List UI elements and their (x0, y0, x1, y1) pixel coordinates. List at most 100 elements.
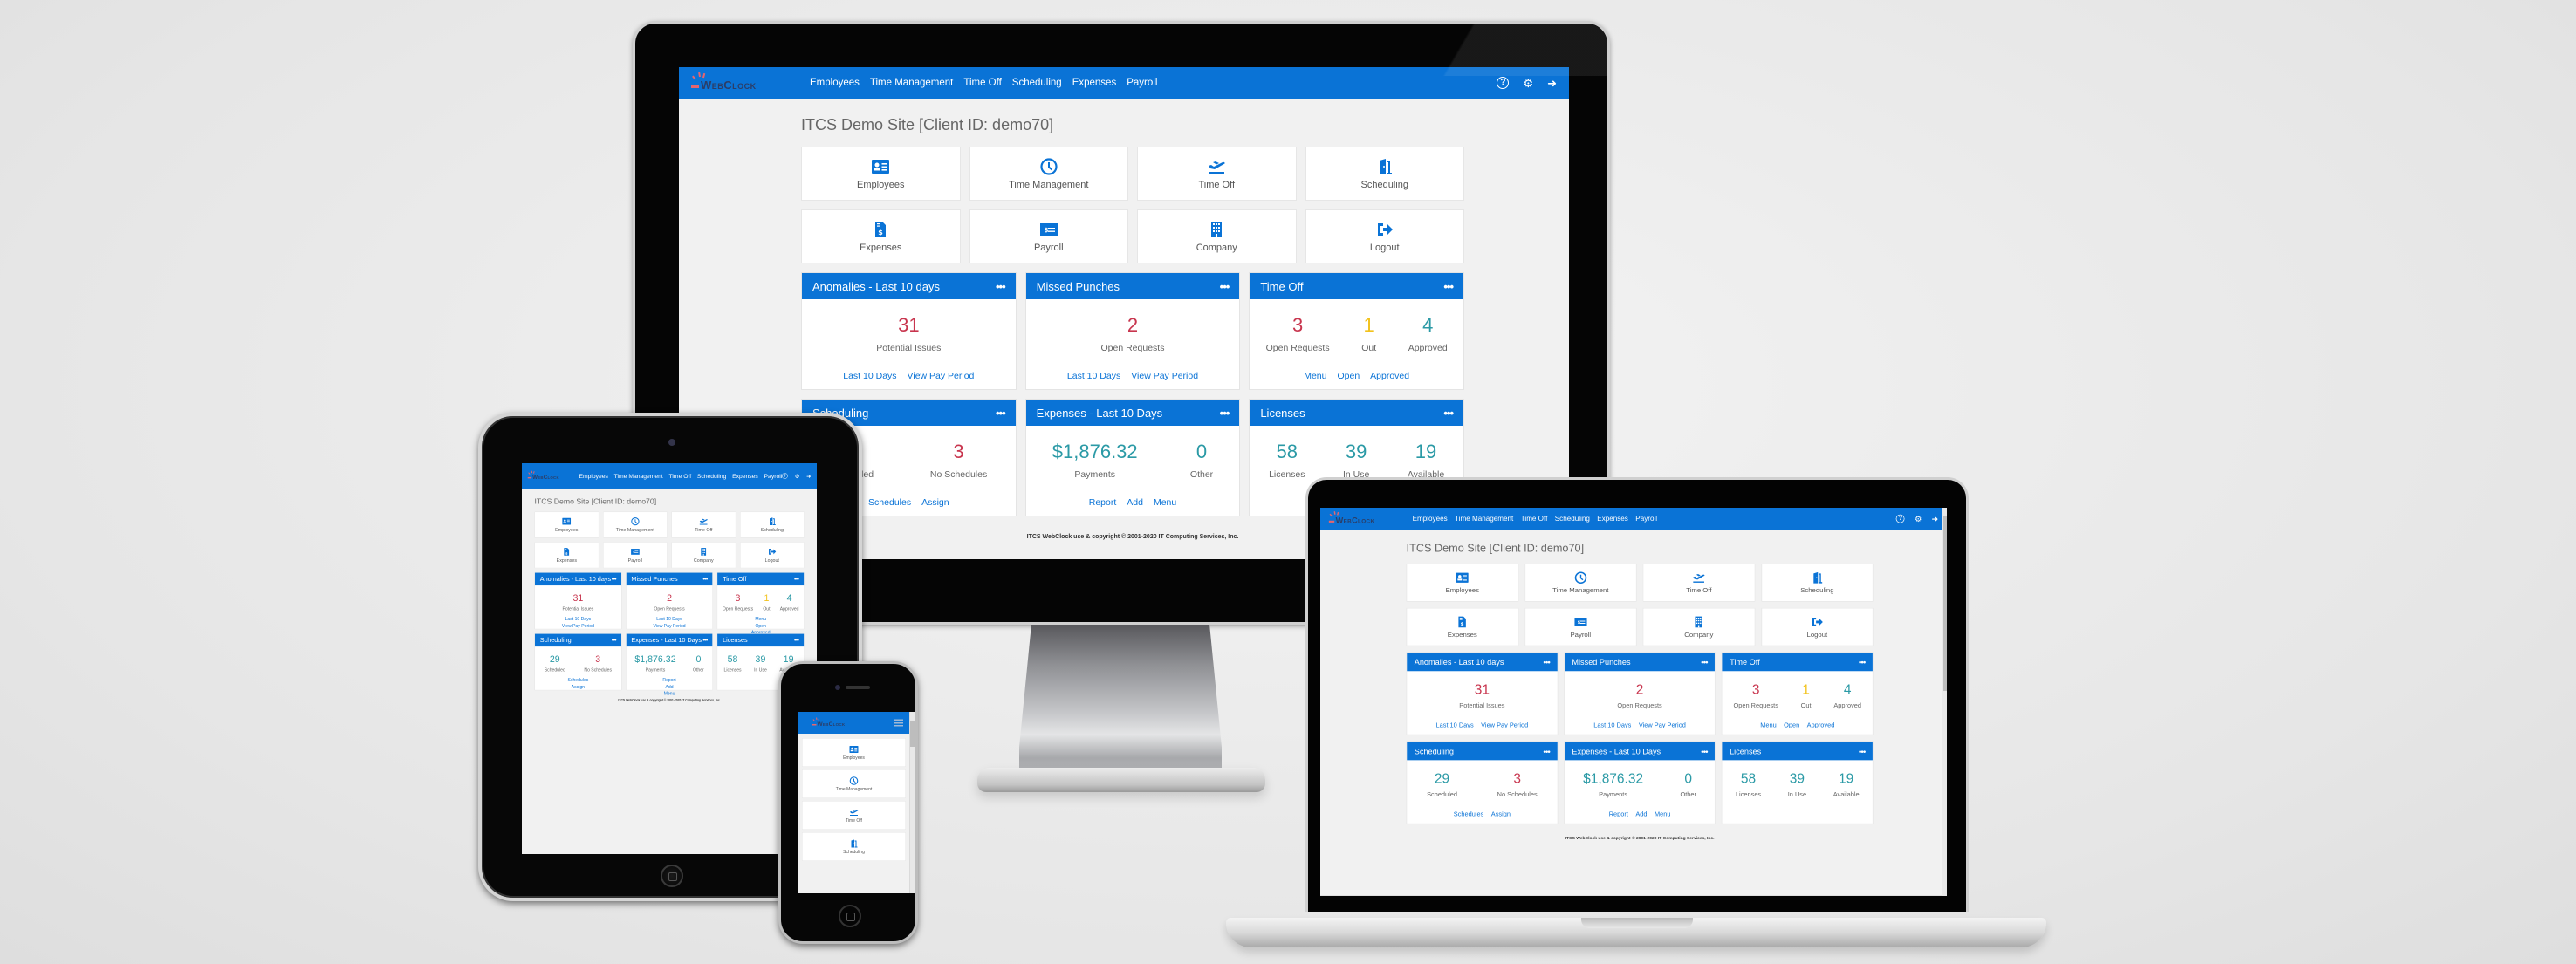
link-menu[interactable]: Menu (1154, 497, 1176, 508)
tile-payroll[interactable]: $ Payroll (969, 209, 1128, 263)
more-options-icon[interactable]: ••• (1544, 657, 1551, 667)
stat-in-use[interactable]: 39 In Use (1343, 441, 1369, 481)
stat-out[interactable]: 1 Out (763, 593, 770, 612)
tile-employees[interactable]: Employees (1406, 564, 1519, 602)
more-options-icon[interactable]: ••• (1859, 657, 1866, 667)
stat-other[interactable]: 0 Other (1190, 441, 1213, 481)
tile-company[interactable]: Company (671, 542, 736, 569)
tile-expenses[interactable]: $ Expenses (801, 209, 961, 263)
webclock-logo[interactable]: WebClock (691, 72, 778, 93)
more-options-icon[interactable]: ••• (1701, 657, 1708, 667)
link-menu[interactable]: Menu (1304, 371, 1326, 381)
stat-licenses[interactable]: 58 Licenses (1269, 441, 1305, 481)
tile-employees[interactable]: Employees (802, 738, 906, 767)
stat-scheduled[interactable]: 29Scheduled (545, 654, 565, 673)
stat-open-requests[interactable]: 3 Open Requests (723, 593, 753, 612)
link-schedules[interactable]: Schedules (568, 678, 589, 683)
tile-payroll[interactable]: $ Payroll (1524, 607, 1637, 646)
tile-company[interactable]: Company (1137, 209, 1297, 263)
stat-other[interactable]: 0 Other (1680, 771, 1696, 798)
tile-time-off[interactable]: Time Off (1642, 564, 1756, 602)
tile-expenses[interactable]: $ Expenses (534, 542, 599, 569)
link-view-pay-period[interactable]: View Pay Period (653, 624, 685, 629)
link-view-pay-period[interactable]: View Pay Period (562, 624, 594, 629)
laptop-scrollbar[interactable] (1942, 508, 1947, 896)
tile-scheduling[interactable]: Scheduling (1305, 147, 1464, 201)
more-options-icon[interactable]: ••• (794, 637, 799, 643)
more-options-icon[interactable]: ••• (612, 637, 617, 643)
stat-out[interactable]: 1 Out (1801, 682, 1812, 709)
tile-time-off[interactable]: Time Off (671, 511, 736, 538)
stat-approved[interactable]: 4 Approved (1833, 682, 1861, 709)
gear-icon[interactable]: ⚙ (1915, 515, 1922, 523)
tile-scheduling[interactable]: Scheduling (802, 832, 906, 861)
more-options-icon[interactable]: ••• (612, 575, 617, 581)
link-last-10-days[interactable]: Last 10 Days (656, 617, 682, 622)
help-icon[interactable]: ? (1895, 514, 1905, 523)
nav-payroll[interactable]: Payroll (1635, 515, 1657, 522)
stat-potential-issues[interactable]: 31 Potential Issues (562, 593, 593, 612)
tile-scheduling[interactable]: Scheduling (739, 511, 805, 538)
nav-payroll[interactable]: Payroll (1127, 78, 1157, 88)
phone-scrollbar[interactable] (909, 712, 915, 893)
tile-logout[interactable]: Logout (1761, 607, 1874, 646)
link-assign[interactable]: Assign (1491, 810, 1511, 817)
stat-potential-issues[interactable]: 31 Potential Issues (1459, 682, 1504, 709)
link-view-pay-period[interactable]: View Pay Period (908, 371, 975, 381)
link-approved[interactable]: Approved (1807, 721, 1835, 728)
link-last-10-days[interactable]: Last 10 Days (1593, 721, 1631, 728)
link-schedules[interactable]: Schedules (1454, 810, 1484, 817)
more-options-icon[interactable]: ••• (1443, 407, 1454, 420)
link-menu[interactable]: Menu (755, 617, 766, 622)
nav-scheduling[interactable]: Scheduling (697, 473, 726, 480)
link-schedules[interactable]: Schedules (868, 497, 911, 508)
link-menu[interactable]: Menu (664, 691, 675, 696)
webclock-logo[interactable]: WebClock (527, 470, 564, 482)
stat-open-requests[interactable]: 2 Open Requests (1617, 682, 1661, 709)
more-options-icon[interactable]: ••• (1220, 280, 1230, 293)
tile-expenses[interactable]: $ Expenses (1406, 607, 1519, 646)
tile-employees[interactable]: Employees (534, 511, 599, 538)
help-icon[interactable]: ? (782, 473, 788, 479)
link-report[interactable]: Report (1609, 810, 1628, 817)
link-add[interactable]: Add (666, 685, 674, 690)
link-last-10-days[interactable]: Last 10 Days (1436, 721, 1474, 728)
menu-hamburger-icon[interactable] (894, 719, 903, 727)
link-last-10-days[interactable]: Last 10 Days (1067, 371, 1120, 381)
stat-payments[interactable]: $1,876.32 Payments (1583, 771, 1643, 798)
tile-company[interactable]: Company (1642, 607, 1756, 646)
nav-payroll[interactable]: Payroll (764, 473, 783, 480)
link-add[interactable]: Add (1127, 497, 1143, 508)
link-view-pay-period[interactable]: View Pay Period (1481, 721, 1528, 728)
stat-open-requests[interactable]: 2 Open Requests (654, 593, 684, 612)
nav-time-management[interactable]: Time Management (1455, 515, 1513, 522)
nav-time-off[interactable]: Time Off (1521, 515, 1548, 522)
link-assign[interactable]: Assign (572, 685, 585, 690)
help-icon[interactable]: ? (1497, 77, 1510, 89)
tile-logout[interactable]: Logout (1305, 209, 1464, 263)
stat-payments[interactable]: $1,876.32 Payments (1052, 441, 1138, 481)
link-open[interactable]: Open (755, 624, 765, 629)
more-options-icon[interactable]: ••• (1443, 280, 1454, 293)
nav-expenses[interactable]: Expenses (1597, 515, 1628, 522)
stat-potential-issues[interactable]: 31 Potential Issues (876, 315, 941, 354)
more-options-icon[interactable]: ••• (1859, 747, 1866, 756)
more-options-icon[interactable]: ••• (703, 575, 709, 581)
stat-licenses[interactable]: 58 Licenses (1736, 771, 1761, 798)
stat-payments[interactable]: $1,876.32 Payments (634, 654, 675, 673)
stat-approved[interactable]: 4 Approved (1408, 315, 1448, 354)
stat-in-use[interactable]: 39 In Use (754, 654, 767, 673)
link-approved[interactable]: Approved (1370, 371, 1409, 381)
link-view-pay-period[interactable]: View Pay Period (1131, 371, 1198, 381)
more-options-icon[interactable]: ••• (1220, 407, 1230, 420)
phone-home-button[interactable] (839, 905, 861, 927)
link-last-10-days[interactable]: Last 10 Days (843, 371, 896, 381)
stat-other[interactable]: 0 Other (693, 654, 704, 673)
stat-approved[interactable]: 4 Approved (780, 593, 799, 612)
link-menu[interactable]: Menu (1655, 810, 1670, 817)
gear-icon[interactable]: ⚙ (1523, 78, 1533, 89)
logout-icon[interactable]: ➜ (1932, 515, 1939, 523)
tile-time-off[interactable]: Time Off (1137, 147, 1297, 201)
tile-time-off[interactable]: Time Off (802, 801, 906, 830)
webclock-logo[interactable]: WebClock (812, 717, 856, 728)
